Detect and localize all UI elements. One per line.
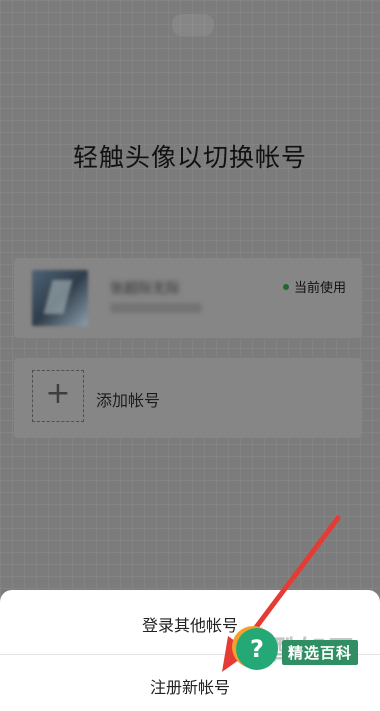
account-card-current[interactable]: 张超际无际 当前使用 <box>14 258 362 338</box>
avatar[interactable] <box>32 270 88 326</box>
plus-icon: + <box>45 376 71 411</box>
top-handle <box>172 14 214 36</box>
account-id-blurred <box>110 303 202 313</box>
account-name: 张超际无际 <box>110 281 180 297</box>
add-account-box[interactable]: + <box>32 370 84 422</box>
watermark-text: 精选百科 <box>282 640 359 665</box>
question-icon: ? <box>236 628 278 670</box>
add-account-card[interactable]: + 添加帐号 <box>14 358 362 438</box>
page-title: 轻触头像以切换帐号 <box>72 143 307 172</box>
status-badge: 当前使用 <box>282 277 346 296</box>
status-label: 当前使用 <box>293 281 346 296</box>
add-account-label: 添加帐号 <box>96 391 161 410</box>
watermark-logo: 酷知网 ? 精选百科 <box>236 628 380 708</box>
status-dot-icon <box>282 283 289 290</box>
